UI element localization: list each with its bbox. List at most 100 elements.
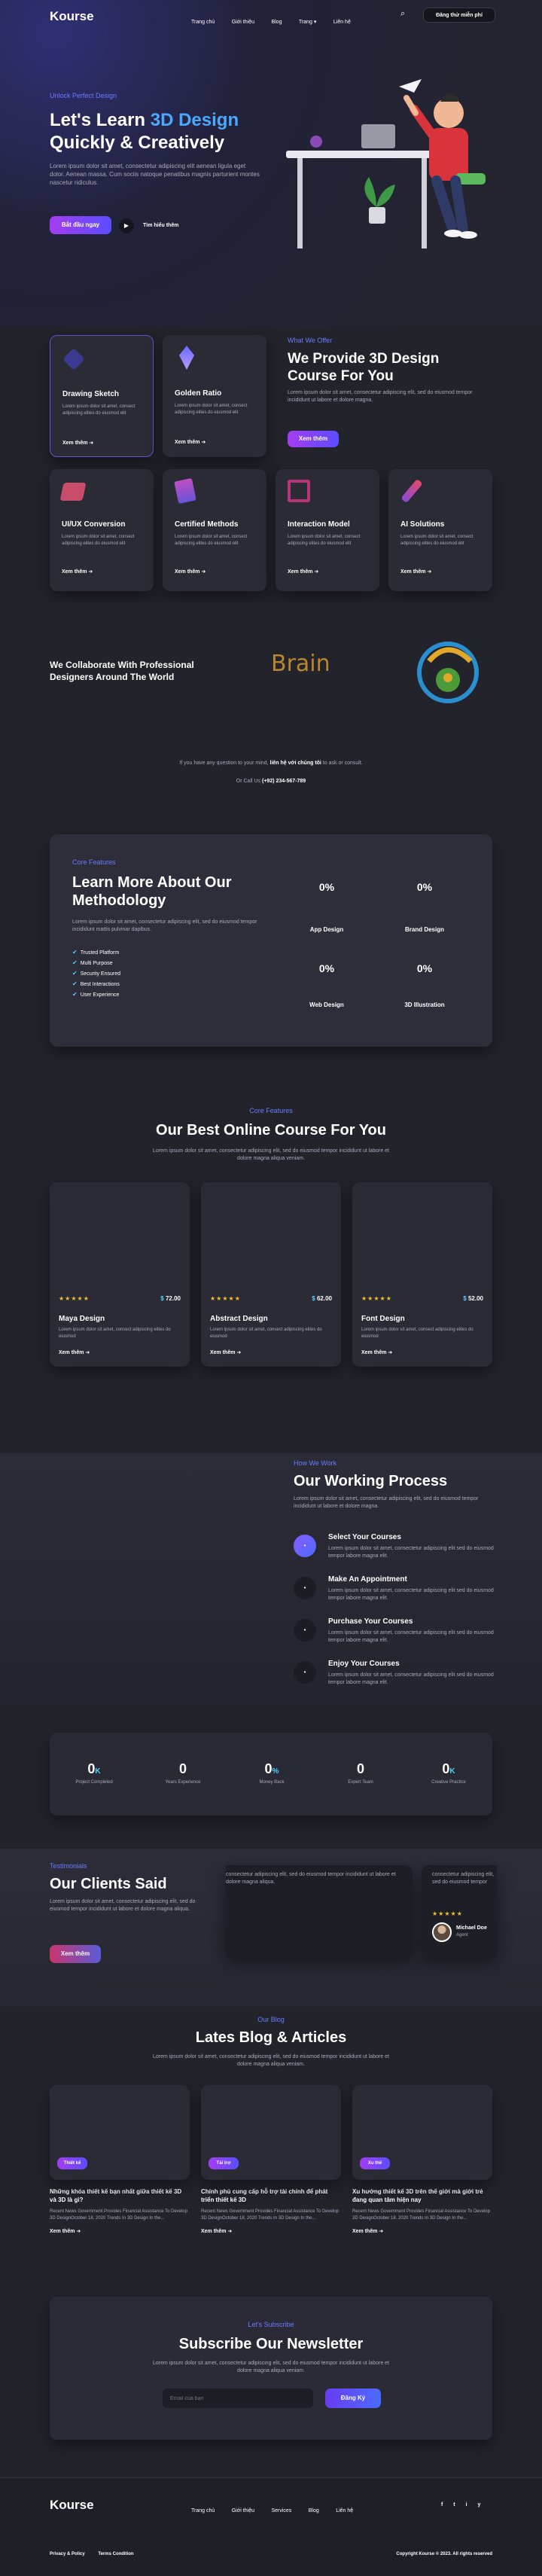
email-input[interactable] (163, 2389, 313, 2408)
course-title: Font Design (361, 1315, 405, 1323)
phone-link[interactable]: (+92) 234-567-789 (262, 779, 306, 784)
logo[interactable]: Kourse (50, 9, 94, 24)
blog-kicker: Our Blog (257, 2016, 285, 2023)
course-item-card[interactable]: ★★★★★ $ 62.00 Abstract Design Lorem ipsu… (201, 1182, 341, 1367)
blog-image: Xu thế (352, 2085, 492, 2180)
list-item: ✔ Multi Purpose (72, 959, 113, 966)
course-more-link[interactable]: Xem thêm ➜ (400, 569, 431, 575)
course-card[interactable]: AI Solutions Lorem ipsum dolor sit amet,… (388, 469, 492, 591)
play-icon[interactable]: ▶ (119, 218, 134, 233)
nav-contact[interactable]: Liên hệ (333, 20, 351, 25)
footer-link-home[interactable]: Trang chủ (191, 2508, 215, 2514)
course-more-link[interactable]: Xem thêm ➜ (210, 1349, 241, 1355)
subscribe-button[interactable]: Đăng Ký (325, 2389, 381, 2408)
methodology-section: Core Features Learn More About Our Metho… (0, 813, 542, 1107)
privacy-link[interactable]: Privacy & Policy (50, 2552, 85, 2556)
course-card[interactable]: Certified Methods Lorem ipsum dolor sit … (163, 469, 266, 591)
blog-tag[interactable]: Thiết kế (57, 2157, 87, 2169)
course-more-link[interactable]: Xem thêm ➜ (175, 569, 206, 575)
blog-post-title[interactable]: Những khóa thiết kế bạn nhất giữa thiết … (50, 2187, 190, 2204)
footer-link-about[interactable]: Giới thiệu (232, 2508, 254, 2514)
instagram-icon[interactable]: i (466, 2502, 467, 2507)
testimonial-card: consectetur adipiscing elit, sed do eius… (226, 1865, 413, 1957)
footer-logo[interactable]: Kourse (50, 2498, 94, 2513)
course-desc: Lorem ipsum dolor sit amet, consect adip… (62, 404, 136, 416)
list-item: ✔ Best Interactions (72, 980, 120, 987)
course-item-card[interactable]: ★★★★★ $ 52.00 Font Design Lorem ipsum do… (352, 1182, 492, 1367)
course-more-link[interactable]: Xem thêm ➜ (288, 569, 318, 575)
course-item-card[interactable]: ★★★★★ $ 72.00 Maya Design Lorem ipsum do… (50, 1182, 190, 1367)
method-desc: Lorem ipsum dolor sit amet, consectetur … (72, 919, 257, 932)
blog-card[interactable]: Tài trợ Chính phủ cung cấp hỗ trợ tài ch… (201, 2085, 341, 2234)
check-icon: ✔ (72, 949, 78, 956)
footer-link-contact[interactable]: Liên hệ (336, 2508, 353, 2514)
hero-illustration (286, 79, 486, 248)
course-more-link[interactable]: Xem thêm ➜ (62, 569, 93, 575)
blog-card[interactable]: Thiết kế Những khóa thiết kế bạn nhất gi… (50, 2085, 190, 2234)
step-desc: Lorem ipsum dolor sit amet, consectetur … (328, 1672, 494, 1685)
collab-section: We Collaborate With Professional Designe… (0, 602, 542, 813)
clients-kicker: Testimonials (50, 1862, 87, 1870)
course-title: UI/UX Conversion (62, 520, 126, 529)
counter-item: 0K Project Completed (75, 1761, 113, 1785)
free-trial-button[interactable]: Đăng thử miễn phí (423, 8, 495, 23)
course-more-link[interactable]: Xem thêm ➜ (62, 440, 93, 446)
brain-logo: Brain (271, 651, 330, 677)
course-card[interactable]: Interaction Model Lorem ipsum dolor sit … (276, 469, 379, 591)
blog-title: Lates Blog & Articles (195, 2029, 347, 2046)
course-card[interactable]: UI/UX Conversion Lorem ipsum dolor sit a… (50, 469, 154, 591)
nav-pages[interactable]: Trang ▾ (299, 20, 317, 25)
blog-more-link[interactable]: Xem thêm ➜ (201, 2228, 341, 2234)
blog-section: Our Blog Lates Blog & Articles Lorem ips… (0, 2007, 542, 2282)
blog-more-link[interactable]: Xem thêm ➜ (352, 2228, 492, 2234)
learn-more-link[interactable]: Tìm hiểu thêm (143, 223, 178, 228)
footer-link-services[interactable]: Services (271, 2508, 291, 2514)
course-card[interactable]: Drawing Sketch Lorem ipsum dolor sit ame… (50, 335, 154, 457)
facebook-icon[interactable]: f (441, 2502, 443, 2507)
blog-more-link[interactable]: Xem thêm ➜ (50, 2228, 190, 2234)
course-card[interactable]: Golden Ratio Lorem ipsum dolor sit amet,… (163, 335, 266, 457)
course-more-link[interactable]: Xem thêm ➜ (59, 1349, 90, 1355)
check-icon: ✔ (72, 980, 78, 987)
frame-icon (288, 480, 310, 502)
list-item: ✔ Trusted Platform (72, 949, 120, 956)
nav-blog[interactable]: Blog (271, 20, 282, 25)
best-desc: Lorem ipsum dolor sit amet, consectetur … (153, 1148, 389, 1161)
blog-tag[interactable]: Xu thế (360, 2157, 390, 2169)
course-title: AI Solutions (400, 520, 445, 529)
clients-more-button[interactable]: Xem thêm (50, 1945, 101, 1963)
contact-link[interactable]: liên hệ với chúng tôi (270, 761, 321, 766)
blog-post-desc: Recent News Government Provides Financia… (352, 2209, 490, 2221)
stat-value: 0% (416, 962, 433, 974)
blog-post-title[interactable]: Xu hướng thiết kế 3D trên thế giới mà gi… (352, 2187, 492, 2204)
newsletter-section: Let's Subscribe Subscribe Our Newsletter… (0, 2282, 542, 2477)
step-title: Purchase Your Courses (328, 1617, 413, 1626)
twitter-icon[interactable]: t (453, 2502, 455, 2507)
blog-card[interactable]: Xu thế Xu hướng thiết kế 3D trên thế giớ… (352, 2085, 492, 2234)
rating-stars: ★★★★★ (210, 1295, 241, 1302)
step-desc: Lorem ipsum dolor sit amet, consectetur … (328, 1630, 494, 1643)
offer-desc: Lorem ipsum dolor sit amet, consectetur … (288, 390, 473, 403)
step-icon: • (294, 1661, 316, 1684)
main-nav: Trang chủ Giới thiệu Blog Trang ▾ Liên h… (191, 14, 364, 27)
footer-link-blog[interactable]: Blog (309, 2508, 319, 2514)
search-icon[interactable]: ⌕ (400, 9, 405, 19)
hero-section: Kourse Trang chủ Giới thiệu Blog Trang ▾… (0, 0, 542, 328)
process-section: How We Work Our Working Process Lorem ip… (0, 1453, 542, 1706)
blog-tag[interactable]: Tài trợ (209, 2157, 239, 2169)
nav-about[interactable]: Giới thiệu (232, 20, 254, 25)
nav-home[interactable]: Trang chủ (191, 20, 215, 25)
start-now-button[interactable]: Bắt đầu ngay (50, 216, 111, 234)
counter-item: 0K Creative Practice (431, 1761, 466, 1785)
step-title: Select Your Courses (328, 1533, 401, 1541)
course-title: Certified Methods (175, 520, 239, 529)
blog-post-title[interactable]: Chính phủ cung cấp hỗ trợ tài chính để p… (201, 2187, 341, 2204)
collab-title: We Collaborate With Professional Designe… (50, 660, 194, 682)
youtube-icon[interactable]: y (478, 2502, 481, 2507)
terms-link[interactable]: Terms Condition (98, 2552, 133, 2556)
offer-more-button[interactable]: Xem thêm (288, 431, 339, 447)
testimonial-text: consectetur adipiscing elit, sed do eius… (226, 1872, 396, 1885)
course-more-link[interactable]: Xem thêm ➜ (175, 439, 206, 445)
newsletter-desc: Lorem ipsum dolor sit amet, consectetur … (153, 2361, 389, 2373)
course-more-link[interactable]: Xem thêm ➜ (361, 1349, 392, 1355)
